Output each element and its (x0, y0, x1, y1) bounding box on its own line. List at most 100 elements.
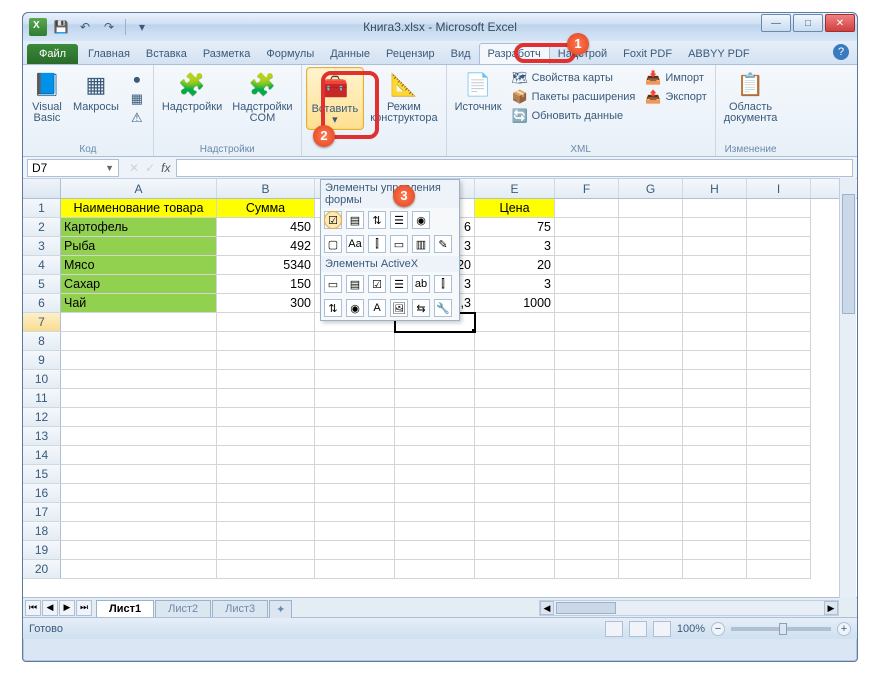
cell[interactable] (555, 503, 619, 522)
row-header[interactable]: 2 (23, 218, 61, 237)
cell[interactable] (683, 199, 747, 218)
cell[interactable] (619, 370, 683, 389)
zoom-thumb[interactable] (779, 623, 787, 635)
cell[interactable] (619, 256, 683, 275)
cell[interactable]: 450 (217, 218, 315, 237)
cell[interactable] (475, 541, 555, 560)
cell[interactable] (747, 522, 811, 541)
cell[interactable] (747, 370, 811, 389)
cell[interactable] (61, 370, 217, 389)
zoom-in-button[interactable]: + (837, 622, 851, 636)
row-header[interactable]: 3 (23, 237, 61, 256)
cell[interactable] (475, 503, 555, 522)
cell[interactable] (619, 294, 683, 313)
cell[interactable] (619, 484, 683, 503)
cell[interactable] (475, 427, 555, 446)
cell[interactable] (619, 332, 683, 351)
document-panel-button[interactable]: 📋 Область документа (720, 67, 782, 126)
cell[interactable] (683, 427, 747, 446)
spinner-control-icon[interactable]: ⇅ (368, 211, 386, 229)
cell[interactable] (475, 446, 555, 465)
cell[interactable] (555, 294, 619, 313)
expansion-button[interactable]: 📦Пакеты расширения (508, 88, 640, 106)
scroll-thumb[interactable] (842, 194, 855, 314)
cell[interactable] (395, 389, 475, 408)
macros-button[interactable]: ▦ Макросы (69, 67, 123, 115)
edit-control-icon[interactable]: ✎ (434, 235, 452, 253)
ax-spin-icon[interactable]: ⇅ (324, 299, 342, 317)
row-header[interactable]: 18 (23, 522, 61, 541)
export-button[interactable]: 📤Экспорт (641, 88, 710, 106)
normal-view-button[interactable] (605, 621, 623, 637)
cell[interactable] (315, 446, 395, 465)
cell[interactable] (555, 389, 619, 408)
cell[interactable] (315, 351, 395, 370)
row-header[interactable]: 19 (23, 541, 61, 560)
cell[interactable]: Картофель (61, 218, 217, 237)
cell[interactable] (217, 484, 315, 503)
zoom-slider[interactable] (731, 627, 831, 631)
cell[interactable]: Мясо (61, 256, 217, 275)
sheet-tab[interactable]: Лист3 (212, 600, 268, 617)
cell[interactable] (395, 560, 475, 579)
cell[interactable] (683, 294, 747, 313)
nav-prev-button[interactable]: ◀ (42, 600, 58, 616)
label-control-icon[interactable]: Aa (346, 235, 364, 253)
cell[interactable] (475, 408, 555, 427)
combo2-control-icon[interactable]: ▥ (412, 235, 430, 253)
cell[interactable] (683, 275, 747, 294)
cell[interactable] (555, 275, 619, 294)
cell[interactable] (619, 313, 683, 332)
macro-security-button[interactable]: ⚠ (125, 109, 149, 127)
cell[interactable] (555, 484, 619, 503)
tab-layout[interactable]: Разметка (195, 44, 259, 64)
cell[interactable] (315, 332, 395, 351)
cell[interactable] (315, 427, 395, 446)
cell[interactable] (619, 275, 683, 294)
cell[interactable]: Сахар (61, 275, 217, 294)
cell[interactable]: Наименование товара (61, 199, 217, 218)
cell[interactable]: Цена (475, 199, 555, 218)
cell[interactable] (61, 427, 217, 446)
cell[interactable] (217, 332, 315, 351)
cell[interactable] (61, 484, 217, 503)
cell[interactable]: 3 (475, 237, 555, 256)
cell[interactable] (555, 218, 619, 237)
cell[interactable] (555, 370, 619, 389)
cell[interactable] (683, 484, 747, 503)
cell[interactable] (217, 427, 315, 446)
cell[interactable] (747, 446, 811, 465)
cell[interactable] (217, 503, 315, 522)
cell[interactable] (395, 541, 475, 560)
cell[interactable] (619, 389, 683, 408)
cell[interactable] (555, 560, 619, 579)
cell[interactable] (61, 332, 217, 351)
relative-ref-button[interactable]: ▦ (125, 90, 149, 108)
cell[interactable] (555, 237, 619, 256)
cell[interactable] (217, 522, 315, 541)
zoom-out-button[interactable]: − (711, 622, 725, 636)
cell[interactable] (217, 465, 315, 484)
cell[interactable] (475, 370, 555, 389)
cell[interactable] (61, 389, 217, 408)
col-header[interactable]: F (555, 179, 619, 198)
nav-next-button[interactable]: ▶ (59, 600, 75, 616)
col-header[interactable]: G (619, 179, 683, 198)
cell[interactable] (475, 465, 555, 484)
cell[interactable] (683, 465, 747, 484)
col-header[interactable]: B (217, 179, 315, 198)
cell[interactable] (395, 503, 475, 522)
row-header[interactable]: 13 (23, 427, 61, 446)
cell[interactable] (555, 427, 619, 446)
select-all-button[interactable] (23, 179, 61, 198)
cell[interactable] (217, 408, 315, 427)
ax-option-icon[interactable]: ◉ (346, 299, 364, 317)
cell[interactable] (315, 465, 395, 484)
scroll-right-button[interactable]: ▶ (824, 601, 838, 615)
visual-basic-button[interactable]: 📘 Visual Basic (27, 67, 67, 126)
scrollbar-control-icon[interactable]: ⫿ (368, 235, 386, 253)
row-header[interactable]: 7 (23, 313, 61, 332)
row-header[interactable]: 20 (23, 560, 61, 579)
qat-save-button[interactable]: 💾 (51, 17, 71, 37)
cell[interactable] (747, 332, 811, 351)
